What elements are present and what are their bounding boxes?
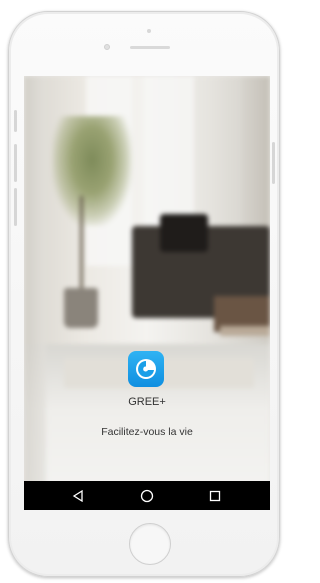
- splash-screen: GREE+ Facilitez-vous la vie: [24, 76, 270, 510]
- home-circle-icon[interactable]: [127, 481, 167, 510]
- earpiece-speaker: [130, 46, 170, 49]
- volume-up-button: [14, 144, 17, 182]
- proximity-sensor: [147, 29, 151, 33]
- back-triangle-icon[interactable]: [58, 481, 98, 510]
- app-name: GREE+: [128, 396, 166, 408]
- volume-down-button: [14, 188, 17, 226]
- android-nav-bar: [24, 481, 270, 510]
- power-button: [272, 142, 275, 184]
- front-camera: [104, 44, 110, 50]
- app-tagline: Facilitez-vous la vie: [101, 426, 193, 438]
- background-photo: [24, 76, 270, 510]
- mute-switch: [14, 110, 17, 132]
- hardware-home-button-icon[interactable]: [129, 523, 171, 565]
- recent-apps-square-icon[interactable]: [195, 481, 235, 510]
- gree-logo-icon: [128, 351, 164, 387]
